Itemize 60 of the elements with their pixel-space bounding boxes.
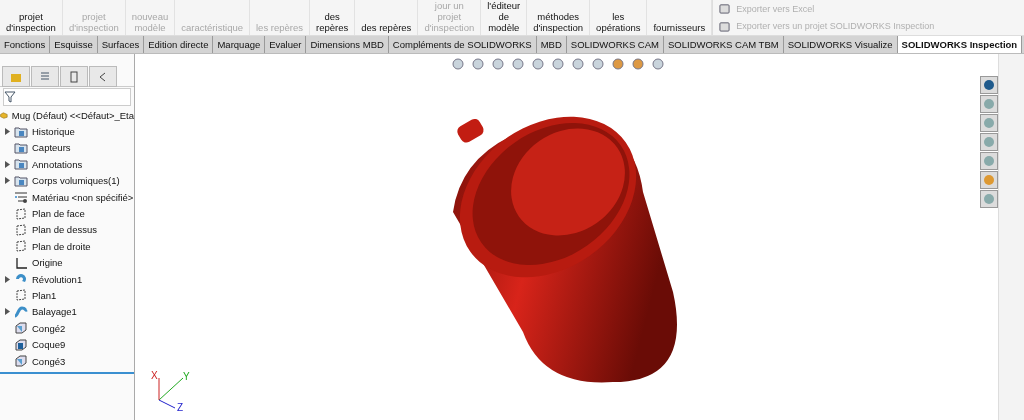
- material-icon: [14, 191, 28, 204]
- ribbon-button[interactable]: l'éditeur de modèle: [481, 0, 528, 35]
- tree-item[interactable]: Annotations: [32, 158, 83, 170]
- ribbon-tab[interactable]: SOLIDWORKS CAM: [566, 36, 664, 53]
- ribbon-tab[interactable]: Marquage: [213, 36, 266, 53]
- dimxpert-tab[interactable]: [89, 66, 117, 87]
- expand-arrow-icon[interactable]: [4, 160, 10, 168]
- tree-root[interactable]: Mug (Défaut) <<Défaut>_Eta: [11, 109, 134, 121]
- expand-arrow-icon[interactable]: [4, 177, 10, 185]
- shell-icon: [14, 338, 28, 351]
- ribbon-button[interactable]: méthodes d'inspection: [527, 0, 591, 35]
- tree-item[interactable]: Coque9: [32, 339, 66, 351]
- part-icon: [0, 109, 8, 122]
- ribbon-tab[interactable]: Dimensions MBD: [306, 36, 389, 53]
- filter-icon: [4, 91, 16, 103]
- ribbon-tab[interactable]: SOLIDWORKS Inspection: [897, 36, 1023, 53]
- tree-item[interactable]: Matériau <non spécifié>: [32, 191, 134, 203]
- ribbon-tab[interactable]: Compléments de SOLIDWORKS: [388, 36, 537, 53]
- ribbon-tab[interactable]: Fonctions: [0, 36, 51, 53]
- plane-icon: [14, 223, 28, 236]
- ribbon-button[interactable]: des repères: [355, 0, 419, 35]
- ribbon-tab[interactable]: SOLIDWORKS Visualize: [783, 36, 898, 53]
- fillet-icon: [14, 355, 28, 368]
- tree-item[interactable]: Congé2: [32, 322, 66, 334]
- expand-arrow-icon[interactable]: [4, 308, 10, 316]
- expand-arrow-icon[interactable]: [4, 275, 10, 283]
- ribbon-tab[interactable]: Evaluer: [265, 36, 307, 53]
- tree-item[interactable]: Origine: [32, 257, 63, 269]
- tree-item[interactable]: Balayage1: [32, 306, 77, 318]
- ribbon-tab[interactable]: MBD: [536, 36, 567, 53]
- tree-item[interactable]: Révolution1: [32, 273, 83, 285]
- axis-triad-drawing: X Y Z: [149, 368, 193, 412]
- ribbon-button[interactable]: projet d'inspection: [0, 0, 63, 35]
- ribbon-button[interactable]: fournisseurs: [647, 0, 713, 35]
- tree-item[interactable]: Corps volumiques(1): [32, 175, 120, 187]
- ribbon-button[interactable]: des repères: [310, 0, 356, 35]
- ribbon-tab[interactable]: Esquisse: [50, 36, 98, 53]
- ribbon-tab[interactable]: Edition directe: [144, 36, 214, 53]
- expand-arrow-icon[interactable]: [4, 128, 10, 136]
- tree-item[interactable]: Plan de dessus: [32, 224, 97, 236]
- tree-item[interactable]: Plan1: [32, 290, 57, 301]
- plane-icon: [14, 207, 28, 220]
- ribbon-tab[interactable]: Surfaces: [97, 36, 145, 53]
- feature-manager-tab[interactable]: [2, 66, 30, 87]
- document-icon: [68, 70, 80, 83]
- property-manager-tab[interactable]: [31, 66, 59, 87]
- configuration-manager-tab[interactable]: [60, 66, 88, 87]
- filter-field[interactable]: [3, 88, 131, 106]
- tree-item[interactable]: Historique: [32, 126, 75, 138]
- origin-icon: [14, 256, 28, 269]
- ribbon-tab[interactable]: SOLIDWORKS CAM TBM: [664, 36, 784, 53]
- fillet-icon: [14, 322, 28, 335]
- tree-item[interactable]: Capteurs: [32, 142, 71, 154]
- tree-item[interactable]: Plan de droite: [32, 240, 91, 252]
- tree-item[interactable]: Plan de face: [32, 208, 85, 220]
- ribbon-button[interactable]: les opérations: [590, 0, 648, 35]
- tree-item[interactable]: Congé3: [32, 355, 66, 367]
- plane-icon: [14, 289, 28, 302]
- plane-icon: [14, 240, 28, 253]
- sweep-icon: [14, 305, 28, 318]
